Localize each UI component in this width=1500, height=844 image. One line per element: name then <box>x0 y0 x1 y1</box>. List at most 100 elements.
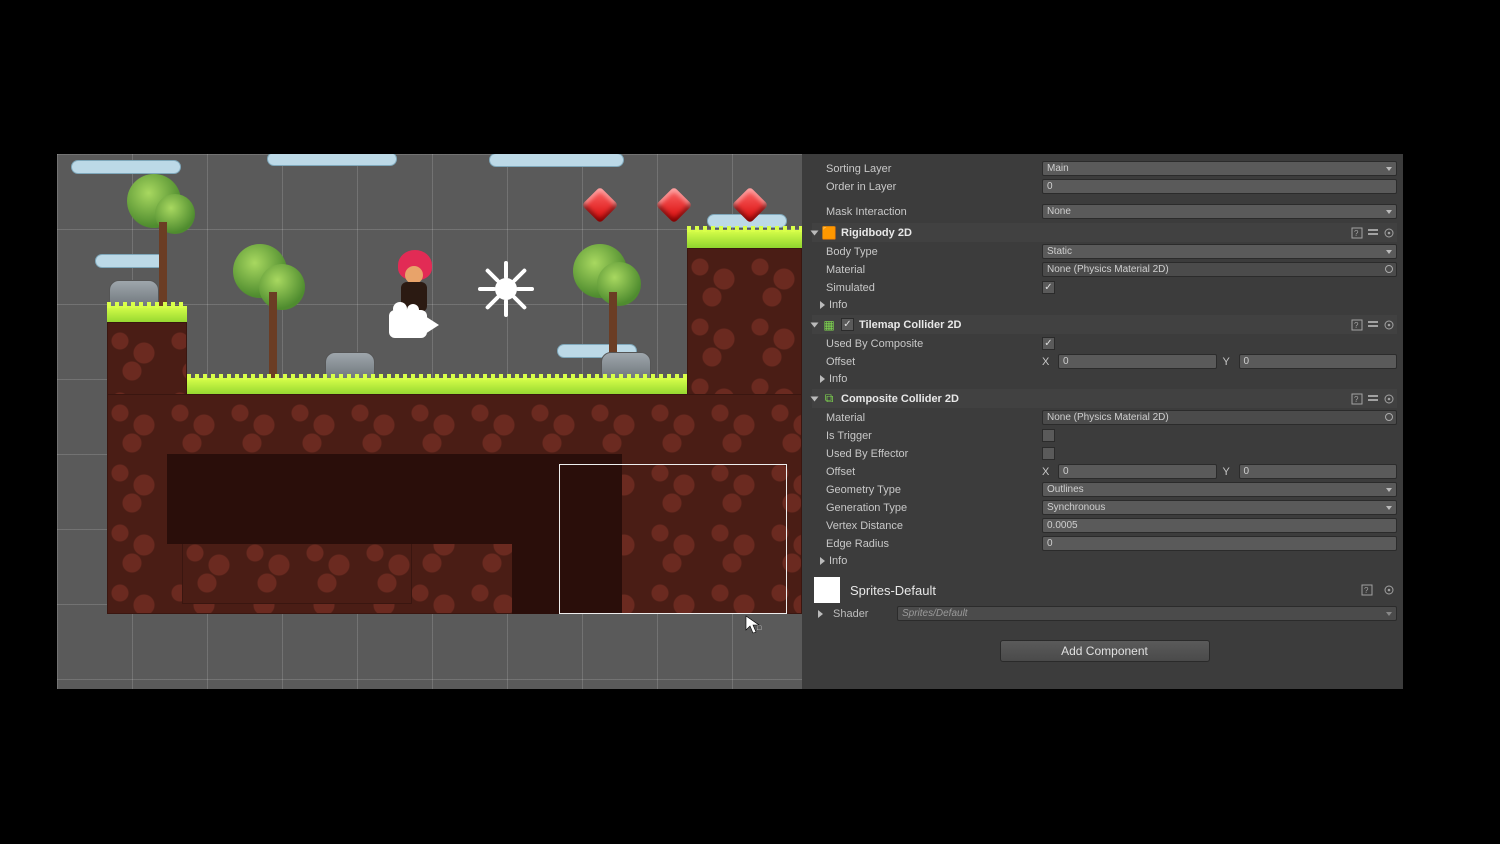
object-picker-icon[interactable] <box>1385 265 1393 273</box>
material-header[interactable]: Sprites-Default ? <box>812 573 1397 607</box>
cc-offset-x-field[interactable]: 0 <box>1058 464 1217 479</box>
rb-material-field[interactable]: None (Physics Material 2D) <box>1042 262 1397 277</box>
used-by-effector-checkbox[interactable] <box>1042 447 1055 460</box>
cc-info-label: Info <box>829 555 847 567</box>
sorting-layer-dropdown[interactable]: Main <box>1042 161 1397 176</box>
mask-interaction-label: Mask Interaction <box>812 206 1042 218</box>
y-label: Y <box>1223 466 1233 478</box>
cc-material-field[interactable]: None (Physics Material 2D) <box>1042 410 1397 425</box>
gear-icon[interactable] <box>1383 227 1395 239</box>
gear-icon[interactable] <box>1383 393 1395 405</box>
sorting-layer-row: Sorting Layer Main <box>812 160 1397 177</box>
tilemap-collider-header[interactable]: ▦ Tilemap Collider 2D ? <box>812 315 1397 334</box>
generation-type-label: Generation Type <box>812 502 1042 514</box>
cc-offset-y-field[interactable]: 0 <box>1239 464 1398 479</box>
used-by-composite-label: Used By Composite <box>812 338 1042 350</box>
camera-gizmo-icon[interactable] <box>389 302 439 342</box>
rigidbody2d-header[interactable]: 🟧 Rigidbody 2D ? <box>812 223 1397 242</box>
composite-collider-header[interactable]: ⧉ Composite Collider 2D ? <box>812 389 1397 408</box>
cloud <box>71 160 181 174</box>
tilemap-collider-enable-checkbox[interactable] <box>841 318 854 331</box>
cc-offset-label: Offset <box>812 466 1042 478</box>
vertex-distance-label: Vertex Distance <box>812 520 1042 532</box>
inspector-panel: Sorting Layer Main Order in Layer 0 Mask… <box>802 154 1403 689</box>
unity-editor: □ Sorting Layer Main Order in Layer 0 Ma… <box>57 154 1403 689</box>
material-name: Sprites-Default <box>850 583 936 598</box>
tc-offset-y-field[interactable]: 0 <box>1239 354 1398 369</box>
geometry-type-dropdown[interactable]: Outlines <box>1042 482 1397 497</box>
help-icon[interactable]: ? <box>1351 319 1363 331</box>
gear-icon[interactable] <box>1383 584 1395 596</box>
cloud <box>489 154 624 167</box>
help-icon[interactable]: ? <box>1361 584 1373 596</box>
cloud <box>267 154 397 166</box>
foldout-icon[interactable] <box>818 610 823 618</box>
selection-outline <box>559 464 787 614</box>
edge-radius-label: Edge Radius <box>812 538 1042 550</box>
svg-text:?: ? <box>1364 586 1369 595</box>
y-label: Y <box>1223 356 1233 368</box>
tc-info-label: Info <box>829 373 847 385</box>
gem <box>656 187 693 224</box>
vertex-distance-field[interactable]: 0.0005 <box>1042 518 1397 533</box>
sorting-layer-label: Sorting Layer <box>812 163 1042 175</box>
rb-material-label: Material <box>812 264 1042 276</box>
preset-icon[interactable] <box>1367 227 1379 239</box>
material-preview-swatch <box>814 577 840 603</box>
rigidbody2d-title: Rigidbody 2D <box>841 227 1346 239</box>
tilemap-collider-title: Tilemap Collider 2D <box>859 319 1346 331</box>
help-icon[interactable]: ? <box>1351 227 1363 239</box>
is-trigger-checkbox[interactable] <box>1042 429 1055 442</box>
geometry-type-label: Geometry Type <box>812 484 1042 496</box>
foldout-icon[interactable] <box>811 322 819 327</box>
simulated-label: Simulated <box>812 282 1042 294</box>
foldout-icon <box>820 375 825 383</box>
tc-offset-label: Offset <box>812 356 1042 368</box>
help-icon[interactable]: ? <box>1351 393 1363 405</box>
cc-material-label: Material <box>812 412 1042 424</box>
grass <box>687 230 802 248</box>
tc-info-foldout[interactable]: Info <box>812 371 1397 386</box>
rigidbody-icon: 🟧 <box>822 226 836 240</box>
order-in-layer-row: Order in Layer 0 <box>812 178 1397 195</box>
shader-label: Shader <box>833 608 887 620</box>
object-picker-icon[interactable] <box>1385 413 1393 421</box>
gem <box>582 187 619 224</box>
svg-text:?: ? <box>1354 229 1359 238</box>
svg-text:?: ? <box>1354 321 1359 330</box>
body-type-label: Body Type <box>812 246 1042 258</box>
simulated-checkbox[interactable] <box>1042 281 1055 294</box>
foldout-icon <box>820 301 825 309</box>
scene-view[interactable]: □ <box>57 154 802 689</box>
used-by-effector-label: Used By Effector <box>812 448 1042 460</box>
terrain <box>182 534 412 604</box>
order-in-layer-field[interactable]: 0 <box>1042 179 1397 194</box>
cursor-icon: □ <box>745 615 761 635</box>
mask-interaction-dropdown[interactable]: None <box>1042 204 1397 219</box>
edge-radius-field[interactable]: 0 <box>1042 536 1397 551</box>
tilemap-collider-icon: ▦ <box>822 318 836 332</box>
add-component-button[interactable]: Add Component <box>1000 640 1210 662</box>
svg-text:?: ? <box>1354 395 1359 404</box>
rb-material-value: None (Physics Material 2D) <box>1047 264 1169 275</box>
foldout-icon[interactable] <box>811 230 819 235</box>
generation-type-dropdown[interactable]: Synchronous <box>1042 500 1397 515</box>
preset-icon[interactable] <box>1367 319 1379 331</box>
cc-info-foldout[interactable]: Info <box>812 553 1397 568</box>
preset-icon[interactable] <box>1367 393 1379 405</box>
rb-info-label: Info <box>829 299 847 311</box>
used-by-composite-checkbox[interactable] <box>1042 337 1055 350</box>
order-in-layer-label: Order in Layer <box>812 181 1042 193</box>
light-gizmo-icon[interactable] <box>481 264 531 314</box>
foldout-icon[interactable] <box>811 396 819 401</box>
tc-offset-x-field[interactable]: 0 <box>1058 354 1217 369</box>
foldout-icon <box>820 557 825 565</box>
shader-row: Shader Sprites/Default <box>812 606 1397 621</box>
body-type-dropdown[interactable]: Static <box>1042 244 1397 259</box>
composite-collider-title: Composite Collider 2D <box>841 393 1346 405</box>
shader-dropdown[interactable]: Sprites/Default <box>897 606 1397 621</box>
x-label: X <box>1042 466 1052 478</box>
composite-collider-icon: ⧉ <box>822 392 836 406</box>
rb-info-foldout[interactable]: Info <box>812 297 1397 312</box>
gear-icon[interactable] <box>1383 319 1395 331</box>
